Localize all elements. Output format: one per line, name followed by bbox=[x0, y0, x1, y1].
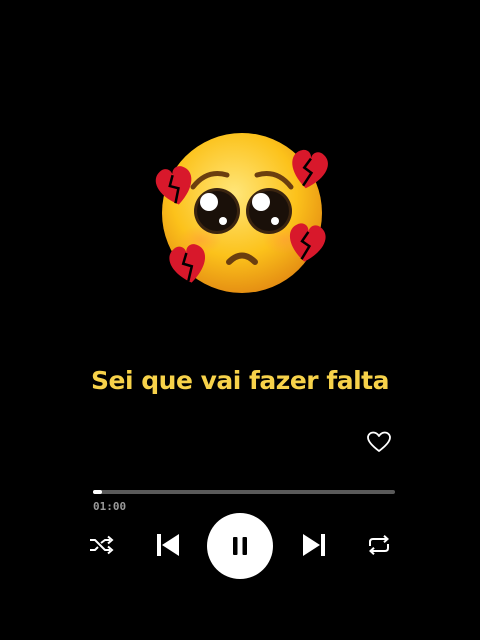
lyric-line: Sei que vai fazer falta bbox=[91, 366, 389, 395]
pause-icon bbox=[233, 537, 247, 555]
heart-outline-icon[interactable] bbox=[367, 431, 391, 453]
repeat-icon[interactable] bbox=[366, 534, 392, 556]
shuffle-icon[interactable] bbox=[88, 534, 114, 556]
skip-next-icon[interactable] bbox=[301, 531, 327, 559]
elapsed-time: 01:00 bbox=[93, 500, 127, 513]
album-artwork bbox=[145, 125, 335, 300]
progress-bar[interactable] bbox=[93, 490, 395, 494]
pleading-face-with-broken-hearts-icon bbox=[155, 133, 328, 293]
play-pause-button[interactable] bbox=[207, 513, 273, 579]
progress-fill bbox=[93, 490, 103, 494]
skip-previous-icon[interactable] bbox=[155, 531, 181, 559]
